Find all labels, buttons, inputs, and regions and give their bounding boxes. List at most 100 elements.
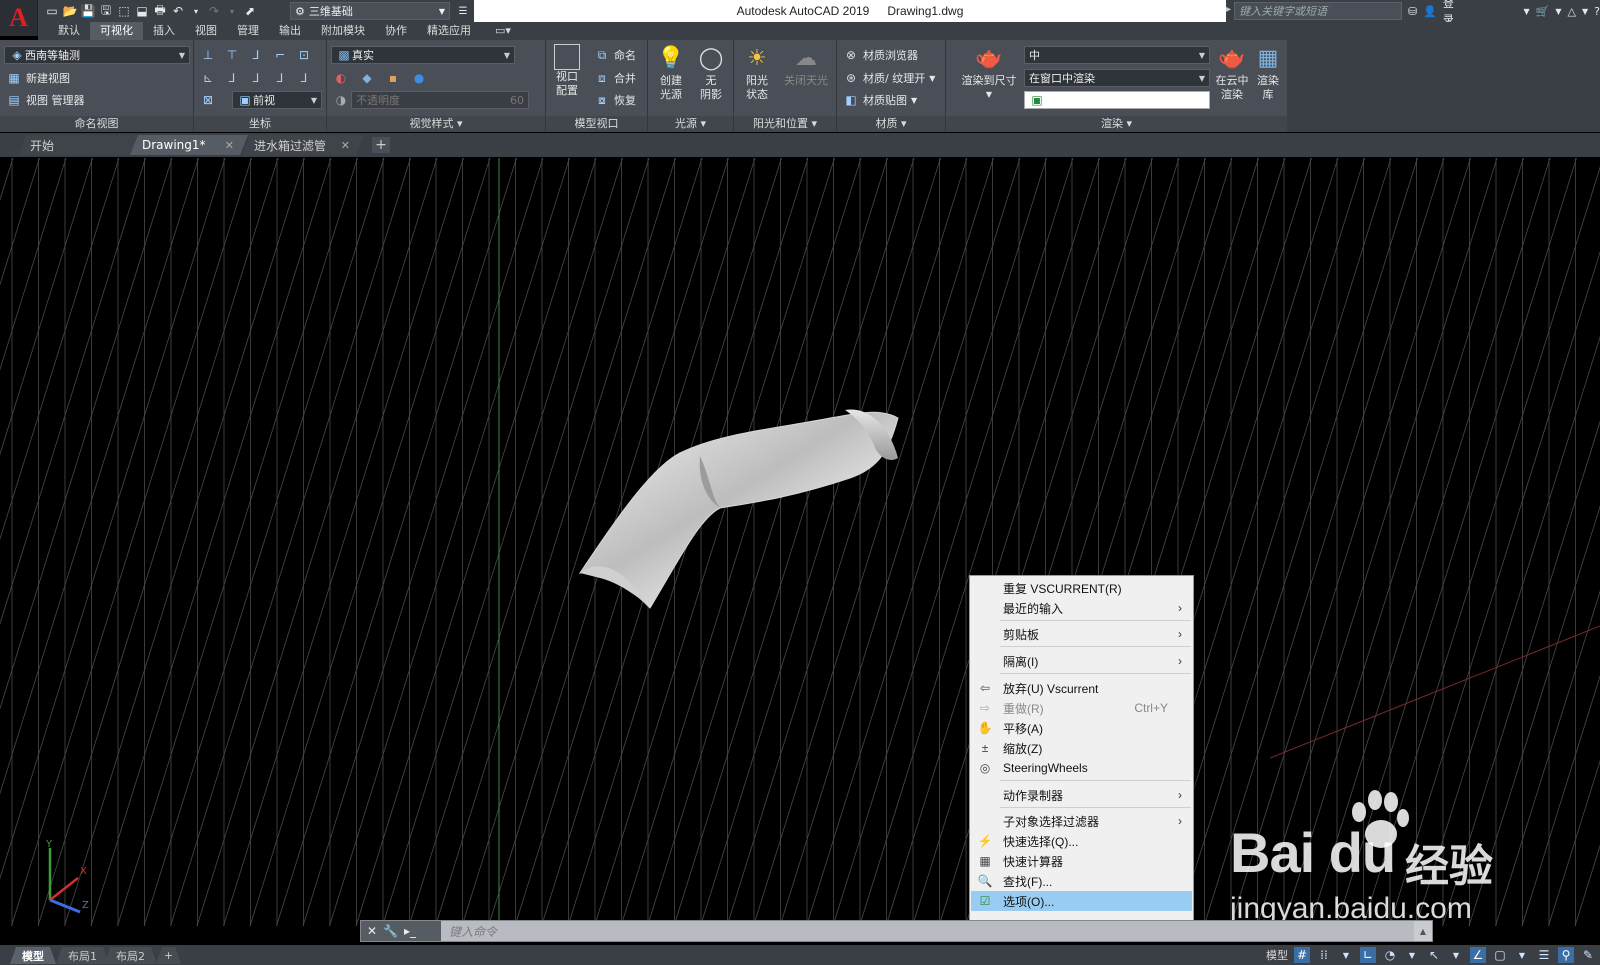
new-view-button[interactable]: ▦ 新建视图 — [6, 69, 70, 87]
chevron-down-icon[interactable]: ▼ — [1514, 947, 1530, 963]
menu-item-options[interactable]: ☑ 选项(O)... — [971, 891, 1192, 911]
tab-visualize[interactable]: 可视化 — [90, 22, 143, 40]
menu-item-isolate[interactable]: 隔离(I) › — [971, 651, 1192, 671]
face-style-icon[interactable]: ◆ — [359, 70, 375, 86]
redo-dropdown-icon[interactable]: ▾ — [224, 3, 240, 19]
tab-filter-pipe[interactable]: 进水箱过滤管 ✕ — [242, 135, 364, 155]
undo-icon[interactable]: ↶ — [170, 3, 186, 19]
workspace-switcher[interactable]: ⚙ 三维基础 ▼ — [290, 2, 450, 20]
ucs-z-icon[interactable]: ⅃ — [248, 70, 264, 86]
tab-featured-apps[interactable]: 精选应用 — [417, 22, 481, 40]
polar-toggle-icon[interactable]: ◔ — [1382, 947, 1398, 963]
materials-browser-button[interactable]: ⊗ 材质浏览器 — [843, 46, 918, 64]
chevron-down-icon[interactable]: ▼ — [1555, 7, 1561, 16]
object-snap-tracking-icon[interactable]: ↖ — [1426, 947, 1442, 963]
edge-style-icon[interactable]: ▪ — [385, 70, 401, 86]
ucs-world-icon[interactable]: ⊤ — [224, 47, 240, 63]
tab-manage[interactable]: 管理 — [227, 22, 269, 40]
close-icon[interactable]: ✕ — [367, 924, 377, 938]
chevron-up-icon[interactable]: ▲ — [1414, 927, 1432, 936]
panel-title-model-viewports[interactable]: 模型视口 — [546, 116, 647, 132]
model-space-label[interactable]: 模型 — [1266, 947, 1288, 963]
add-layout-button[interactable]: + — [156, 947, 181, 964]
join-viewports-button[interactable]: ⧈ 合并 — [594, 69, 636, 87]
tab-addins[interactable]: 附加模块 — [311, 22, 375, 40]
render-to-size-button[interactable]: 🫖 渲染到尺寸 ▼ — [954, 44, 1024, 102]
grid-toggle-icon[interactable]: # — [1294, 947, 1310, 963]
view-manager-button[interactable]: ▤ 视图 管理器 — [6, 91, 84, 109]
shadow-display-icon[interactable]: ◐ — [333, 70, 349, 86]
object-snap-icon[interactable]: ▢ — [1492, 947, 1508, 963]
redo-icon[interactable]: ↷ — [206, 3, 222, 19]
snap-toggle-icon[interactable]: ⁞⁞ — [1316, 947, 1332, 963]
material-mapping-button[interactable]: ◧ 材质贴图 ▼ — [843, 91, 917, 109]
create-light-button[interactable]: 💡 创建 光源 — [652, 44, 690, 102]
tab-collaborate[interactable]: 协作 — [375, 22, 417, 40]
panel-title-visual-styles[interactable]: 视觉样式 ▾ — [327, 116, 545, 132]
tab-model[interactable]: 模型 — [10, 947, 56, 964]
render-target-combo[interactable]: 在窗口中渲染 ▼ — [1024, 69, 1210, 87]
chevron-down-icon[interactable]: ▼ — [1582, 7, 1588, 16]
user-icon[interactable]: 👤 — [1423, 5, 1437, 18]
close-icon[interactable]: ✕ — [225, 139, 234, 152]
surface-model[interactable] — [578, 409, 899, 609]
web-mobile-open-icon[interactable]: ⬚ — [116, 3, 132, 19]
menu-item-zoom[interactable]: ± 缩放(Z) — [971, 738, 1192, 758]
render-progress-field[interactable]: ▣ — [1024, 91, 1210, 109]
menu-item-action-recorder[interactable]: 动作录制器 › — [971, 785, 1192, 805]
tab-drawing1[interactable]: Drawing1* ✕ — [130, 135, 248, 155]
no-shadow-button[interactable]: ◯ 无 阴影 — [692, 44, 730, 102]
menu-item-repeat-vscurrent[interactable]: 重复 VSCURRENT(R) — [971, 578, 1192, 598]
share-icon[interactable]: ⬈ — [242, 3, 258, 19]
sun-status-button[interactable]: ☀ 阳光 状态 — [738, 44, 776, 102]
tab-layout2[interactable]: 布局2 — [104, 947, 157, 964]
menu-item-find[interactable]: 🔍 查找(F)... — [971, 871, 1192, 891]
tab-layout1[interactable]: 布局1 — [56, 947, 109, 964]
customize-icon[interactable]: ☰ — [1536, 947, 1552, 963]
sky-off-button[interactable]: ☁ 关闭天光 — [778, 44, 834, 88]
render-gallery-button[interactable]: ▦ 渲染 库 — [1252, 44, 1284, 102]
panel-title-materials[interactable]: 材质 ▾ — [837, 116, 945, 132]
chevron-down-icon[interactable]: ▼ — [1524, 7, 1530, 16]
ucs-combo[interactable]: ▣ 前视 ▼ — [232, 91, 322, 109]
open-file-icon[interactable]: 📂 — [62, 3, 78, 19]
ucs-origin-icon[interactable]: ⊾ — [200, 70, 216, 86]
autodesk-account-icon[interactable]: △ — [1568, 5, 1576, 18]
menu-item-steeringwheels[interactable]: ◎ SteeringWheels — [971, 758, 1192, 778]
restore-viewports-button[interactable]: ⧇ 恢复 — [594, 91, 636, 109]
panel-title-coordinates[interactable]: 坐标 — [194, 116, 326, 132]
xray-icon[interactable]: ◑ — [333, 92, 349, 108]
search-input[interactable]: 键入关键字或短语 — [1234, 2, 1402, 20]
lighting-icon[interactable]: ● — [411, 70, 427, 86]
tab-start[interactable]: 开始 — [18, 135, 138, 155]
new-tab-button[interactable]: + — [372, 137, 390, 153]
command-input[interactable]: 键入命令 — [441, 921, 1414, 941]
menu-item-pan[interactable]: ✋ 平移(A) — [971, 718, 1192, 738]
view-combo[interactable]: ◈ 西南等轴测 ▼ — [4, 46, 190, 64]
cloud-render-button[interactable]: 🫖 在云中 渲染 — [1214, 44, 1250, 102]
undo-dropdown-icon[interactable]: ▾ — [188, 3, 204, 19]
ucs-zaxis-icon[interactable]: ⅃ — [296, 70, 312, 86]
ucs-x-icon[interactable]: ⅃ — [248, 47, 264, 63]
visual-style-combo[interactable]: ▩ 真实 ▼ — [331, 46, 515, 64]
web-mobile-save-icon[interactable]: ⬓ — [134, 3, 150, 19]
ortho-toggle-icon[interactable]: ∟ — [1360, 947, 1376, 963]
viewport-config-button[interactable]: 视口 配置 — [550, 44, 584, 98]
tab-insert[interactable]: 插入 — [143, 22, 185, 40]
menu-item-quick-calc[interactable]: ▦ 快速计算器 — [971, 851, 1192, 871]
named-viewports-button[interactable]: ⧉ 命名 — [594, 46, 636, 64]
ucs-view-icon[interactable]: ⌐ — [272, 47, 288, 63]
panel-title-render[interactable]: 渲染 ▾ — [946, 116, 1287, 132]
panel-title-sun-location[interactable]: 阳光和位置 ▾ — [734, 116, 836, 132]
ucs-3point-icon[interactable]: ⅃ — [272, 70, 288, 86]
tab-output[interactable]: 输出 — [269, 22, 311, 40]
wrench-icon[interactable]: 🔧 — [383, 924, 398, 938]
render-quality-combo[interactable]: 中 ▼ — [1024, 46, 1210, 64]
panel-title-named-views[interactable]: 命名视图 — [0, 116, 193, 132]
plot-icon[interactable]: 🖶 — [152, 3, 168, 19]
opacity-slider[interactable]: 不透明度 60 — [351, 91, 529, 109]
menu-item-undo[interactable]: ⇦ 放弃(U) Vscurrent — [971, 678, 1192, 698]
annotation-scale-icon[interactable]: ✎ — [1580, 947, 1596, 963]
help-icon[interactable]: ? — [1594, 5, 1600, 18]
customize-qat-icon[interactable]: ☰ — [455, 3, 471, 19]
